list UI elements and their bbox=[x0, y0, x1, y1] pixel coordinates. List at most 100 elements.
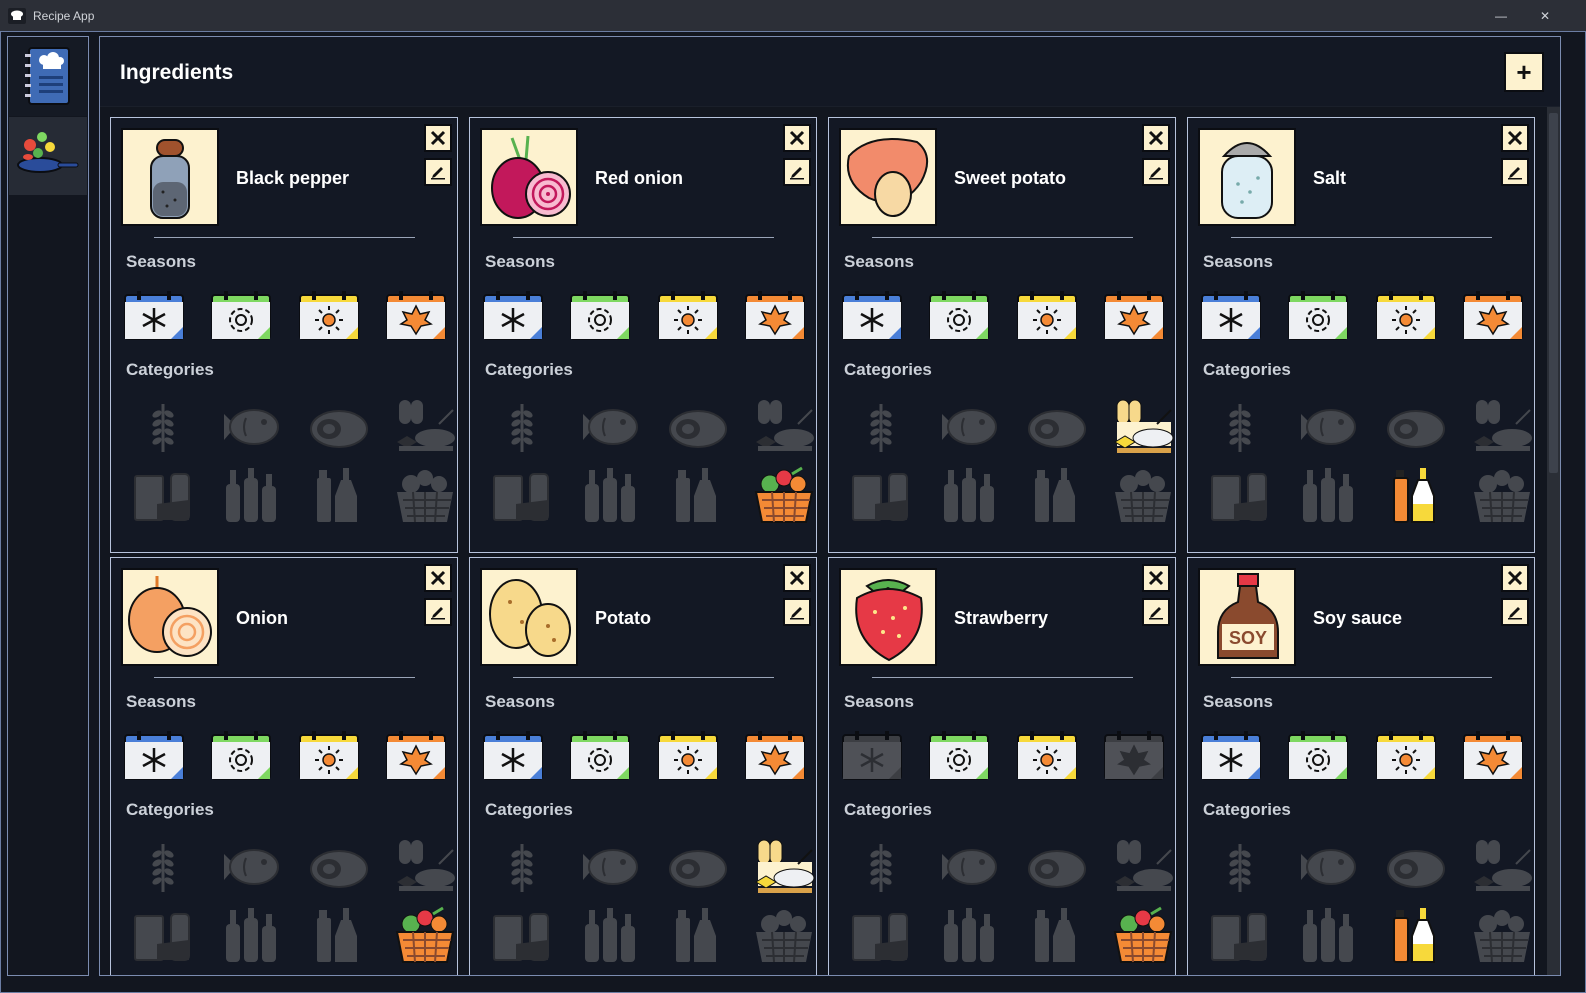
season-winter-icon[interactable] bbox=[482, 730, 544, 782]
category-oil-vinegar-icon[interactable] bbox=[305, 904, 369, 966]
category-fruits-vegetables-icon[interactable] bbox=[752, 904, 816, 966]
ingredient-card[interactable]: Salt Seasons Categories bbox=[1187, 117, 1535, 553]
season-summer-icon[interactable] bbox=[1016, 290, 1078, 342]
season-spring-icon[interactable] bbox=[1287, 730, 1349, 782]
delete-ingredient-button[interactable] bbox=[783, 124, 811, 152]
category-fish-icon[interactable] bbox=[577, 836, 641, 898]
category-oil-vinegar-icon[interactable] bbox=[664, 464, 728, 526]
category-dairy-icon[interactable] bbox=[131, 464, 195, 526]
category-pasta-rice-bread-icon[interactable] bbox=[752, 836, 816, 898]
category-dairy-icon[interactable] bbox=[1208, 904, 1272, 966]
season-winter-icon[interactable] bbox=[482, 290, 544, 342]
category-dairy-icon[interactable] bbox=[131, 904, 195, 966]
category-meat-icon[interactable] bbox=[664, 396, 728, 458]
season-autumn-icon[interactable] bbox=[1462, 290, 1524, 342]
edit-ingredient-button[interactable] bbox=[1142, 598, 1170, 626]
season-summer-icon[interactable] bbox=[1016, 730, 1078, 782]
delete-ingredient-button[interactable] bbox=[424, 564, 452, 592]
category-pasta-rice-bread-icon[interactable] bbox=[1470, 396, 1534, 458]
season-summer-icon[interactable] bbox=[657, 290, 719, 342]
season-winter-icon[interactable] bbox=[841, 290, 903, 342]
category-fish-icon[interactable] bbox=[1295, 396, 1359, 458]
season-winter-icon[interactable] bbox=[1200, 290, 1262, 342]
category-fish-icon[interactable] bbox=[218, 836, 282, 898]
delete-ingredient-button[interactable] bbox=[424, 124, 452, 152]
season-autumn-icon[interactable] bbox=[1462, 730, 1524, 782]
category-fruits-vegetables-icon[interactable] bbox=[1111, 464, 1175, 526]
season-summer-icon[interactable] bbox=[298, 290, 360, 342]
category-grains-icon[interactable] bbox=[849, 396, 913, 458]
vertical-scrollbar[interactable] bbox=[1547, 107, 1560, 975]
category-meat-icon[interactable] bbox=[1382, 836, 1446, 898]
season-summer-icon[interactable] bbox=[1375, 730, 1437, 782]
category-beverages-icon[interactable] bbox=[577, 464, 641, 526]
category-beverages-icon[interactable] bbox=[1295, 904, 1359, 966]
ingredient-card[interactable]: Potato Seasons Categories bbox=[469, 557, 817, 975]
delete-ingredient-button[interactable] bbox=[783, 564, 811, 592]
category-dairy-icon[interactable] bbox=[490, 904, 554, 966]
season-autumn-icon[interactable] bbox=[1103, 290, 1165, 342]
edit-ingredient-button[interactable] bbox=[783, 158, 811, 186]
category-meat-icon[interactable] bbox=[305, 396, 369, 458]
category-beverages-icon[interactable] bbox=[577, 904, 641, 966]
category-grains-icon[interactable] bbox=[490, 836, 554, 898]
season-spring-icon[interactable] bbox=[569, 290, 631, 342]
season-winter-icon[interactable] bbox=[1200, 730, 1262, 782]
category-pasta-rice-bread-icon[interactable] bbox=[393, 836, 457, 898]
sidebar-item-recipes[interactable] bbox=[9, 38, 87, 116]
category-pasta-rice-bread-icon[interactable] bbox=[1470, 836, 1534, 898]
season-autumn-icon[interactable] bbox=[1103, 730, 1165, 782]
category-fruits-vegetables-icon[interactable] bbox=[393, 464, 457, 526]
season-autumn-icon[interactable] bbox=[385, 290, 447, 342]
category-fish-icon[interactable] bbox=[218, 396, 282, 458]
category-dairy-icon[interactable] bbox=[849, 904, 913, 966]
category-meat-icon[interactable] bbox=[1382, 396, 1446, 458]
edit-ingredient-button[interactable] bbox=[1142, 158, 1170, 186]
edit-ingredient-button[interactable] bbox=[424, 158, 452, 186]
category-fish-icon[interactable] bbox=[936, 396, 1000, 458]
season-spring-icon[interactable] bbox=[569, 730, 631, 782]
category-beverages-icon[interactable] bbox=[1295, 464, 1359, 526]
season-summer-icon[interactable] bbox=[298, 730, 360, 782]
category-beverages-icon[interactable] bbox=[936, 464, 1000, 526]
ingredient-card[interactable]: Black pepper Seasons Categories bbox=[110, 117, 458, 553]
season-winter-icon[interactable] bbox=[123, 730, 185, 782]
category-meat-icon[interactable] bbox=[1023, 396, 1087, 458]
category-grains-icon[interactable] bbox=[1208, 396, 1272, 458]
category-dairy-icon[interactable] bbox=[1208, 464, 1272, 526]
edit-ingredient-button[interactable] bbox=[1501, 598, 1529, 626]
category-grains-icon[interactable] bbox=[849, 836, 913, 898]
ingredient-card[interactable]: Sweet potato Seasons Categories bbox=[828, 117, 1176, 553]
season-winter-icon[interactable] bbox=[841, 730, 903, 782]
season-spring-icon[interactable] bbox=[210, 290, 272, 342]
minimize-button[interactable]: — bbox=[1478, 0, 1524, 31]
season-spring-icon[interactable] bbox=[928, 290, 990, 342]
add-ingredient-button[interactable]: + bbox=[1504, 52, 1544, 92]
ingredient-card[interactable]: Onion Seasons Categories bbox=[110, 557, 458, 975]
category-fish-icon[interactable] bbox=[936, 836, 1000, 898]
category-meat-icon[interactable] bbox=[1023, 836, 1087, 898]
category-grains-icon[interactable] bbox=[131, 396, 195, 458]
category-beverages-icon[interactable] bbox=[936, 904, 1000, 966]
edit-ingredient-button[interactable] bbox=[1501, 158, 1529, 186]
category-fruits-vegetables-icon[interactable] bbox=[1470, 904, 1534, 966]
season-spring-icon[interactable] bbox=[210, 730, 272, 782]
season-spring-icon[interactable] bbox=[1287, 290, 1349, 342]
delete-ingredient-button[interactable] bbox=[1142, 124, 1170, 152]
category-pasta-rice-bread-icon[interactable] bbox=[1111, 396, 1175, 458]
category-grains-icon[interactable] bbox=[490, 396, 554, 458]
category-oil-vinegar-icon[interactable] bbox=[305, 464, 369, 526]
close-window-button[interactable]: ✕ bbox=[1522, 0, 1568, 31]
category-oil-vinegar-icon[interactable] bbox=[1382, 464, 1446, 526]
category-oil-vinegar-icon[interactable] bbox=[664, 904, 728, 966]
category-grains-icon[interactable] bbox=[1208, 836, 1272, 898]
category-pasta-rice-bread-icon[interactable] bbox=[752, 396, 816, 458]
category-fruits-vegetables-icon[interactable] bbox=[1470, 464, 1534, 526]
delete-ingredient-button[interactable] bbox=[1501, 124, 1529, 152]
category-dairy-icon[interactable] bbox=[490, 464, 554, 526]
ingredient-card[interactable]: SOY Soy sauce Seasons Categories bbox=[1187, 557, 1535, 975]
category-dairy-icon[interactable] bbox=[849, 464, 913, 526]
category-grains-icon[interactable] bbox=[131, 836, 195, 898]
category-oil-vinegar-icon[interactable] bbox=[1382, 904, 1446, 966]
category-pasta-rice-bread-icon[interactable] bbox=[1111, 836, 1175, 898]
